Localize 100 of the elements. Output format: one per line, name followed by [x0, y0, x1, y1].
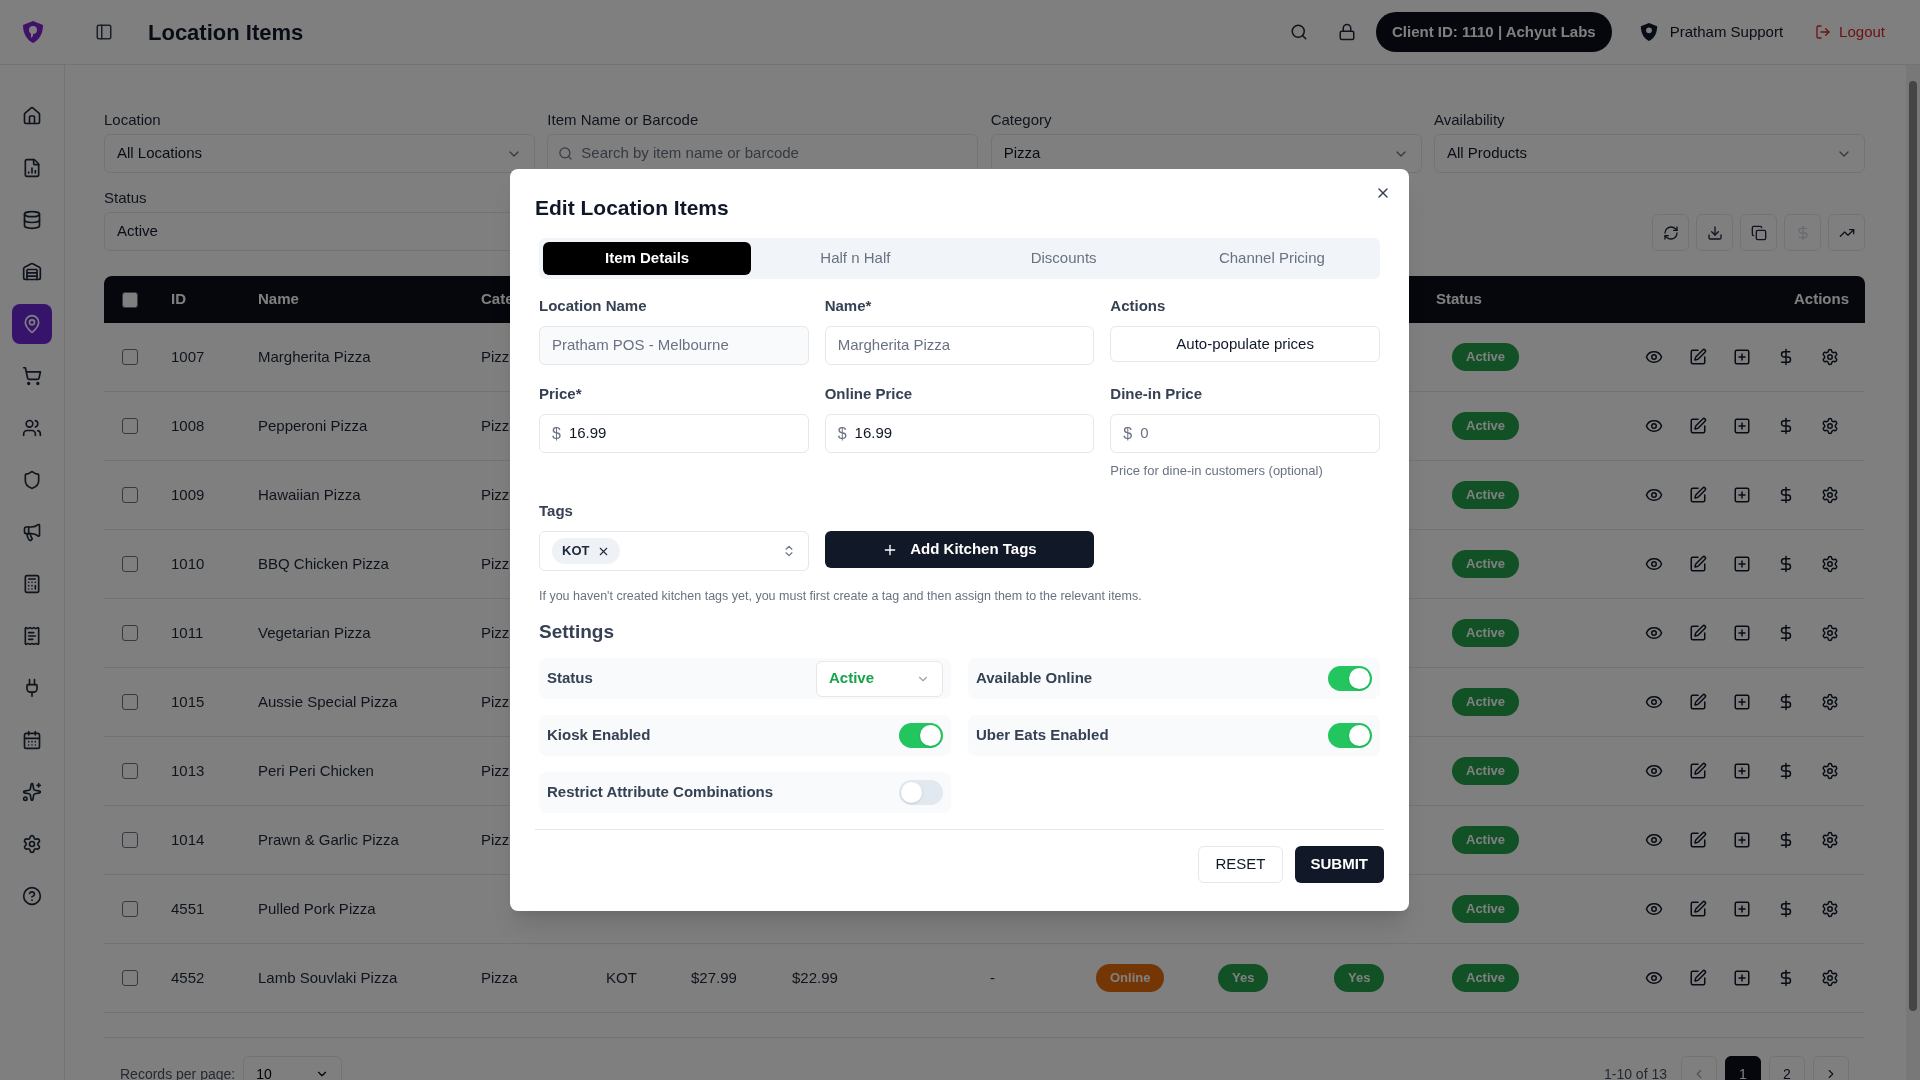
report-icon	[22, 158, 42, 178]
edit-icon[interactable]	[1689, 555, 1707, 573]
shield-logo-icon	[1639, 22, 1658, 42]
settings-icon[interactable]	[1821, 762, 1839, 780]
input-field[interactable]: Pratham POS - Melbourne	[539, 326, 809, 365]
table-cell: 1013	[171, 761, 205, 779]
scrollbar[interactable]	[1906, 65, 1920, 1080]
tab[interactable]: Item Details	[543, 242, 752, 275]
page-size-select[interactable]: 10	[243, 1056, 343, 1080]
sidebar-item[interactable]	[12, 304, 52, 344]
add-icon[interactable]	[1733, 762, 1751, 780]
lock-icon[interactable]	[1338, 23, 1356, 41]
settings-icon[interactable]	[1821, 555, 1839, 573]
add-icon[interactable]	[1733, 831, 1751, 849]
view-icon[interactable]	[1645, 624, 1663, 642]
toolbar-button[interactable]	[1740, 214, 1777, 251]
view-icon[interactable]	[1645, 555, 1663, 573]
checkbox[interactable]	[122, 349, 138, 365]
toolbar-button[interactable]	[1828, 214, 1865, 251]
view-icon[interactable]	[1645, 417, 1663, 435]
settings-icon[interactable]	[1821, 624, 1839, 642]
checkbox[interactable]	[122, 694, 138, 710]
checkbox[interactable]	[122, 487, 138, 503]
edit-icon[interactable]	[1689, 486, 1707, 504]
add-icon[interactable]	[1733, 348, 1751, 366]
add-icon[interactable]	[1733, 486, 1751, 504]
logo-icon[interactable]	[21, 20, 44, 44]
toolbar-button[interactable]	[1652, 214, 1689, 251]
settings-icon[interactable]	[1821, 693, 1839, 711]
page-button[interactable]: 1	[1725, 1056, 1761, 1080]
column-header: Status	[1436, 290, 1482, 308]
settings-icon[interactable]	[1821, 417, 1839, 435]
settings-icon[interactable]	[1821, 831, 1839, 849]
status-badge: Active	[1452, 343, 1520, 371]
edit-icon[interactable]	[1689, 417, 1707, 435]
checkbox[interactable]	[122, 556, 138, 572]
settings-icon[interactable]	[1821, 486, 1839, 504]
input-field[interactable]: Margherita Pizza	[824, 326, 1095, 365]
status-select[interactable]: Active	[816, 660, 943, 697]
currency-symbol: $	[1123, 423, 1133, 444]
submit-button[interactable]: SUBMIT	[1294, 846, 1384, 883]
settings-icon[interactable]	[1821, 348, 1839, 366]
checkbox[interactable]	[122, 970, 138, 986]
add-icon[interactable]	[1733, 900, 1751, 918]
add-icon[interactable]	[1733, 417, 1751, 435]
checkbox[interactable]	[122, 418, 138, 434]
toggle-switch[interactable]	[899, 723, 943, 748]
column-header: ID	[171, 290, 186, 308]
edit-icon[interactable]	[1689, 693, 1707, 711]
edit-icon[interactable]	[1689, 831, 1707, 849]
view-icon[interactable]	[1645, 762, 1663, 780]
input-field[interactable]: $ 16.99	[824, 414, 1095, 453]
toggle-switch[interactable]	[1328, 723, 1372, 748]
view-icon[interactable]	[1645, 900, 1663, 918]
edit-icon[interactable]	[1689, 348, 1707, 366]
view-icon[interactable]	[1645, 969, 1663, 987]
add-icon[interactable]	[1733, 555, 1751, 573]
checkbox[interactable]	[122, 625, 138, 641]
settings-icon[interactable]	[1821, 900, 1839, 918]
settings-icon[interactable]	[1821, 969, 1839, 987]
view-icon[interactable]	[1645, 486, 1663, 504]
filter-label: Item Name or Barcode	[547, 111, 700, 129]
checkbox[interactable]	[122, 763, 138, 779]
add-kitchen-tags-button[interactable]: Add Kitchen Tags	[824, 531, 1095, 568]
checkbox[interactable]	[122, 291, 138, 308]
edit-icon[interactable]	[1689, 624, 1707, 642]
setting-label: Uber Eats Enabled	[976, 725, 1109, 746]
input-field[interactable]: $ 16.99	[539, 414, 809, 453]
view-icon[interactable]	[1645, 831, 1663, 849]
filter-select[interactable]: Pizza	[990, 134, 1422, 173]
tags-field[interactable]: KOT	[539, 531, 809, 571]
add-icon[interactable]	[1733, 693, 1751, 711]
search-icon[interactable]	[1290, 23, 1308, 41]
table-cell: Hawaiian Pizza	[258, 485, 361, 503]
checkbox[interactable]	[122, 832, 138, 848]
tab[interactable]: Channel Pricing	[1167, 242, 1376, 275]
logout-button[interactable]: Logout	[1815, 20, 1885, 44]
auto-populate-button[interactable]: Auto-populate prices	[1110, 326, 1380, 362]
edit-icon[interactable]	[1689, 900, 1707, 918]
sidebar-toggle-icon[interactable]	[95, 23, 113, 41]
status-badge: Active	[1452, 550, 1520, 578]
toggle-switch[interactable]	[1328, 666, 1372, 691]
toolbar-button[interactable]	[1696, 214, 1733, 251]
tab[interactable]: Half n Half	[751, 242, 960, 275]
field-label: Dine-in Price	[1110, 384, 1204, 404]
edit-icon[interactable]	[1689, 969, 1707, 987]
view-icon[interactable]	[1645, 693, 1663, 711]
edit-icon[interactable]	[1689, 762, 1707, 780]
add-icon[interactable]	[1733, 969, 1751, 987]
checkbox[interactable]	[122, 901, 138, 917]
tab[interactable]: Discounts	[959, 242, 1168, 275]
input-field[interactable]: $ 0	[1110, 414, 1380, 453]
add-icon[interactable]	[1733, 624, 1751, 642]
reset-button[interactable]: RESET	[1198, 846, 1283, 883]
toggle-switch[interactable]	[899, 780, 943, 805]
filter-select[interactable]: All Products	[1434, 134, 1865, 173]
copy-icon	[1750, 224, 1767, 241]
view-icon[interactable]	[1645, 348, 1663, 366]
page-button[interactable]: 2	[1769, 1056, 1805, 1080]
filter-select[interactable]: All Locations	[104, 134, 535, 173]
